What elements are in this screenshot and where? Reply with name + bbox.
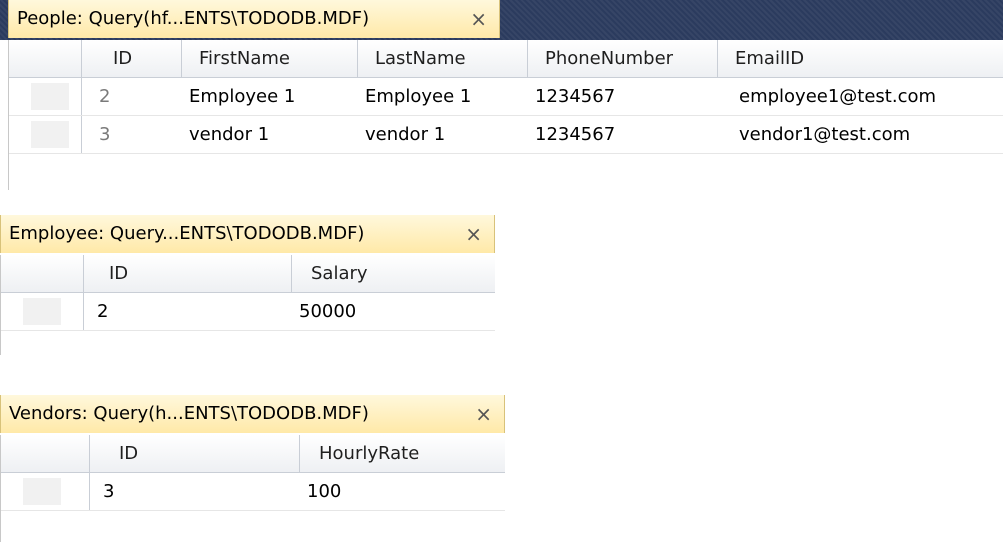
tab-title: Employee: Query...ENTS\TODODB.MDF) [9,223,365,244]
column-header-salary[interactable]: Salary [303,255,368,292]
employee-query-panel: Employee: Query...ENTS\TODODB.MDF) × ID … [0,215,495,355]
tab-vendors-query[interactable]: Vendors: Query(h...ENTS\TODODB.MDF) × [0,395,505,433]
column-divider[interactable] [291,255,292,292]
cell-hourlyrate[interactable]: 100 [299,473,341,510]
row-header-corner [9,40,82,77]
column-header-phonenumber[interactable]: PhoneNumber [537,40,673,77]
grid-header: ID FirstName LastName PhoneNumber EmailI… [9,40,1003,78]
table-row[interactable]: 2 50000 [1,293,495,331]
cell-firstname[interactable]: vendor 1 [181,116,269,153]
cell-emailid[interactable]: employee1@test.com [731,78,936,115]
row-selector[interactable] [1,473,90,510]
column-header-lastname[interactable]: LastName [367,40,466,77]
column-divider[interactable] [717,40,718,77]
table-row[interactable]: 2 Employee 1 Employee 1 1234567 employee… [9,78,1003,116]
close-icon[interactable]: × [470,0,487,38]
column-header-emailid[interactable]: EmailID [727,40,804,77]
results-grid: ID HourlyRate 3 100 [0,435,505,542]
tab-employee-query[interactable]: Employee: Query...ENTS\TODODB.MDF) × [0,215,495,253]
row-selector[interactable] [1,293,84,330]
close-icon[interactable]: × [475,395,492,433]
grid-header: ID HourlyRate [1,435,505,473]
cell-lastname[interactable]: Employee 1 [357,78,471,115]
table-row[interactable]: 3 100 [1,473,505,511]
close-icon[interactable]: × [465,215,482,253]
cell-lastname[interactable]: vendor 1 [357,116,445,153]
results-grid: ID Salary 2 50000 [0,255,495,355]
cell-id[interactable]: 3 [95,473,114,510]
grid-header: ID Salary [1,255,495,293]
cell-id[interactable]: 3 [91,116,110,153]
row-header-corner [1,255,84,292]
tab-title: Vendors: Query(h...ENTS\TODODB.MDF) [9,403,369,424]
column-divider[interactable] [181,40,182,77]
column-divider[interactable] [299,435,300,472]
vendors-query-panel: Vendors: Query(h...ENTS\TODODB.MDF) × ID… [0,395,505,542]
column-divider[interactable] [357,40,358,77]
cell-phonenumber[interactable]: 1234567 [527,78,615,115]
cell-salary[interactable]: 50000 [291,293,356,330]
column-divider[interactable] [527,40,528,77]
row-header-corner [1,435,90,472]
column-header-firstname[interactable]: FirstName [191,40,290,77]
column-header-id[interactable]: ID [101,255,128,292]
tab-title: People: Query(hf...ENTS\TODODB.MDF) [17,8,370,29]
column-header-hourlyrate[interactable]: HourlyRate [311,435,419,472]
table-row[interactable]: 3 vendor 1 vendor 1 1234567 vendor1@test… [9,116,1003,154]
cell-firstname[interactable]: Employee 1 [181,78,295,115]
results-grid: ID FirstName LastName PhoneNumber EmailI… [8,40,1003,190]
row-selector[interactable] [9,116,82,153]
cell-id[interactable]: 2 [91,78,110,115]
column-header-id[interactable]: ID [111,435,138,472]
tab-people-query[interactable]: People: Query(hf...ENTS\TODODB.MDF) × [8,0,500,38]
cell-phonenumber[interactable]: 1234567 [527,116,615,153]
column-header-id[interactable]: ID [105,40,132,77]
row-selector[interactable] [9,78,82,115]
cell-emailid[interactable]: vendor1@test.com [731,116,910,153]
people-query-panel: People: Query(hf...ENTS\TODODB.MDF) × ID… [0,0,1003,190]
cell-id[interactable]: 2 [89,293,108,330]
